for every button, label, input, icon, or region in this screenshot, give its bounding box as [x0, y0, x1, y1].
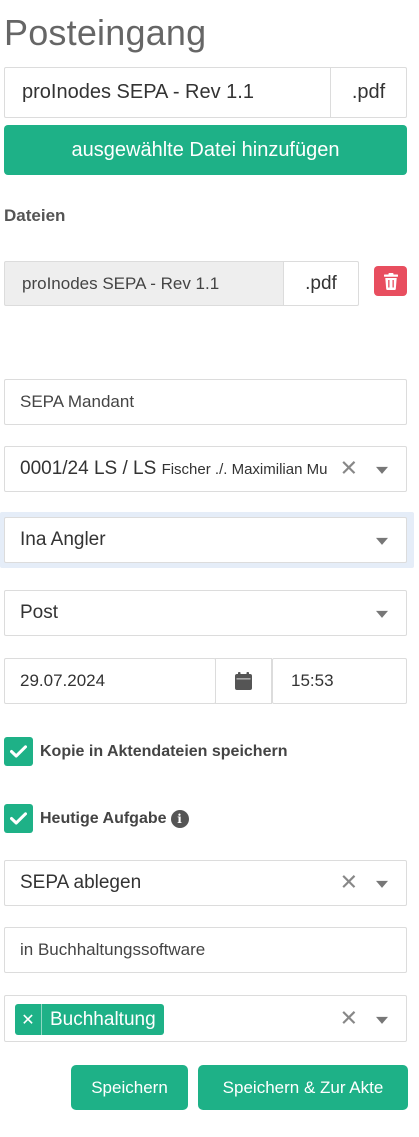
- close-icon[interactable]: ✕: [340, 455, 358, 481]
- tags-select[interactable]: ✕ Buchhaltung ✕: [4, 995, 407, 1042]
- calendar-button[interactable]: [215, 658, 272, 704]
- subject-value: SEPA Mandant: [20, 392, 135, 411]
- caret-down-icon[interactable]: [376, 610, 388, 618]
- checkmark-icon: [10, 812, 27, 825]
- calendar-icon: [235, 672, 252, 690]
- tag-chip: ✕ Buchhaltung: [15, 1004, 164, 1035]
- date-value: 29.07.2024: [20, 671, 106, 690]
- close-icon[interactable]: ✕: [340, 869, 358, 895]
- date-input[interactable]: 29.07.2024: [4, 658, 216, 704]
- caret-down-icon[interactable]: [376, 880, 388, 888]
- case-select-value: 0001/24 LS / LS Fischer ./. Maximilian M…: [20, 458, 327, 480]
- copy-to-case-files-checkbox[interactable]: [4, 737, 33, 766]
- files-heading: Dateien: [4, 206, 66, 225]
- caret-down-icon[interactable]: [376, 1016, 388, 1024]
- page-title: Posteingang: [4, 12, 207, 53]
- file-name-field: proInodes SEPA - Rev 1.1: [4, 261, 284, 306]
- copy-to-case-files-label[interactable]: Kopie in Aktendateien speichern: [40, 743, 287, 761]
- checkmark-icon: [10, 745, 27, 758]
- upload-file-extension-text: .pdf: [351, 81, 386, 103]
- case-select[interactable]: 0001/24 LS / LS Fischer ./. Maximilian M…: [4, 446, 407, 492]
- channel-select[interactable]: Post: [4, 590, 407, 636]
- task-select-value: SEPA ablegen: [20, 872, 142, 893]
- todays-task-checkbox[interactable]: [4, 804, 33, 833]
- todays-task-option: Heutige Aufgabe i: [4, 804, 189, 833]
- remove-tag-icon[interactable]: ✕: [15, 1004, 42, 1035]
- tag-label: Buchhaltung: [50, 1008, 156, 1030]
- delete-file-button[interactable]: [374, 266, 407, 296]
- upload-file-name: proInodes SEPA - Rev 1.1: [22, 81, 254, 103]
- subject-input[interactable]: SEPA Mandant: [4, 379, 407, 425]
- time-value: 15:53: [291, 671, 334, 690]
- close-icon[interactable]: ✕: [340, 1005, 358, 1031]
- time-input[interactable]: 15:53: [272, 658, 407, 704]
- task-note-input[interactable]: in Buchhaltungssoftware: [4, 927, 407, 973]
- file-name: proInodes SEPA - Rev 1.1: [22, 273, 220, 293]
- save-and-open-case-button[interactable]: Speichern & Zur Akte: [198, 1065, 408, 1110]
- file-extension-text: .pdf: [305, 272, 337, 294]
- todays-task-label[interactable]: Heutige Aufgabe: [40, 810, 167, 828]
- copy-to-case-files-option: Kopie in Aktendateien speichern: [4, 737, 287, 766]
- file-extension: .pdf: [283, 261, 359, 306]
- upload-file-name-input[interactable]: proInodes SEPA - Rev 1.1: [4, 67, 331, 118]
- info-icon[interactable]: i: [170, 809, 189, 828]
- task-select[interactable]: SEPA ablegen ✕: [4, 860, 407, 906]
- caret-down-icon[interactable]: [376, 537, 388, 545]
- upload-file-extension: .pdf: [330, 67, 407, 118]
- add-selected-file-button[interactable]: ausgewählte Datei hinzufügen: [4, 125, 407, 175]
- caret-down-icon[interactable]: [376, 466, 388, 474]
- save-button[interactable]: Speichern: [71, 1065, 188, 1110]
- user-select[interactable]: Ina Angler: [4, 517, 407, 563]
- case-parties: Fischer ./. Maximilian Mu: [161, 461, 328, 478]
- user-select-value: Ina Angler: [20, 529, 106, 550]
- channel-select-value: Post: [20, 602, 59, 623]
- case-number: 0001/24 LS / LS: [20, 458, 157, 479]
- task-note-value: in Buchhaltungssoftware: [20, 940, 206, 959]
- trash-icon: [383, 272, 398, 290]
